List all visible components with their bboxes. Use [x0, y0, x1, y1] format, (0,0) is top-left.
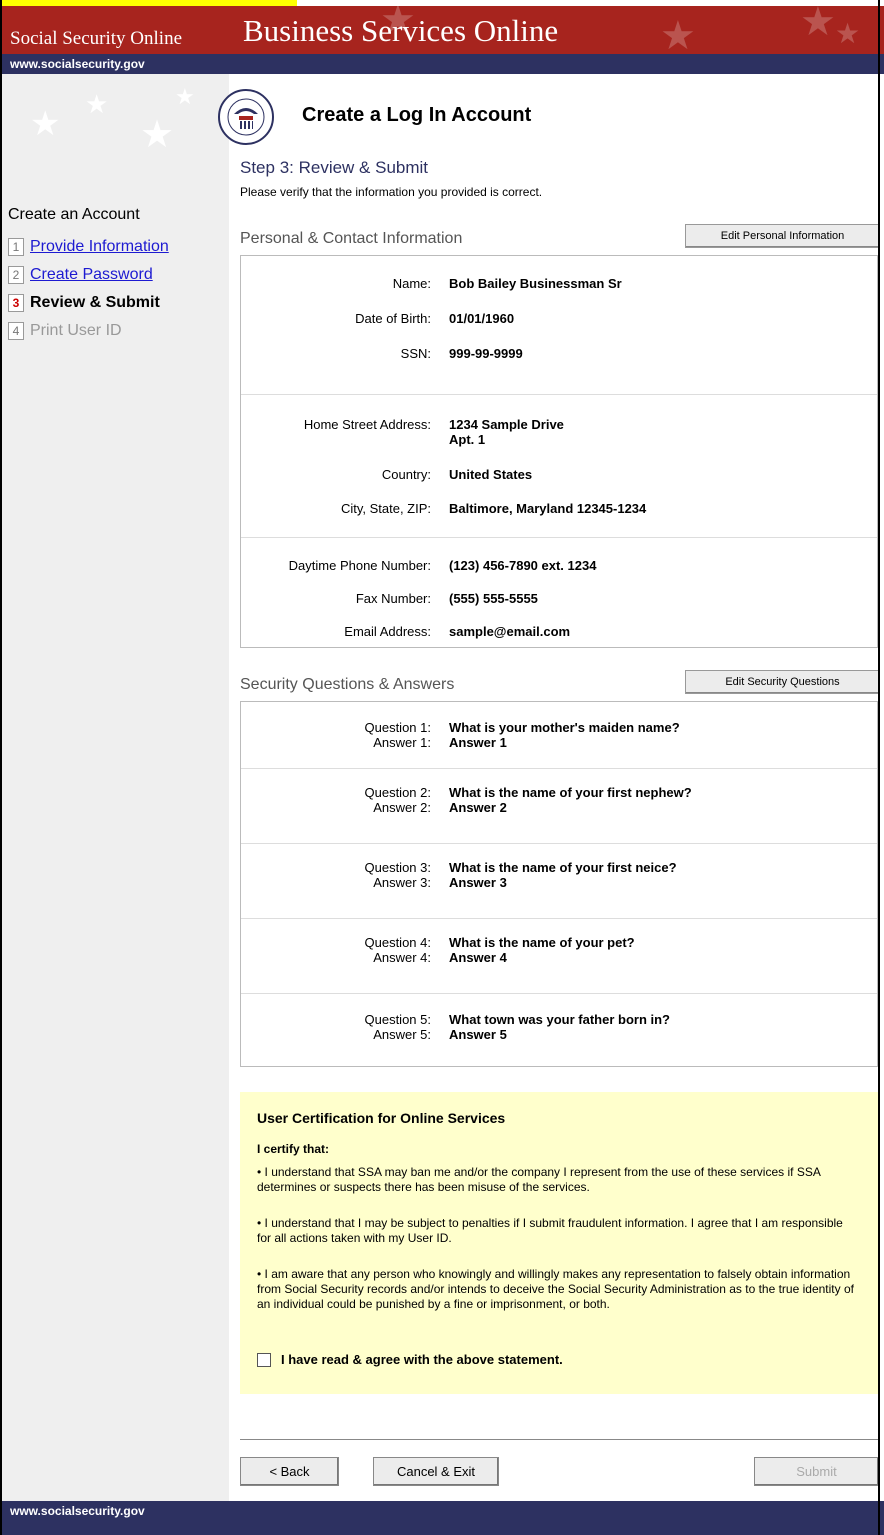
- page-frame: [0, 0, 880, 1535]
